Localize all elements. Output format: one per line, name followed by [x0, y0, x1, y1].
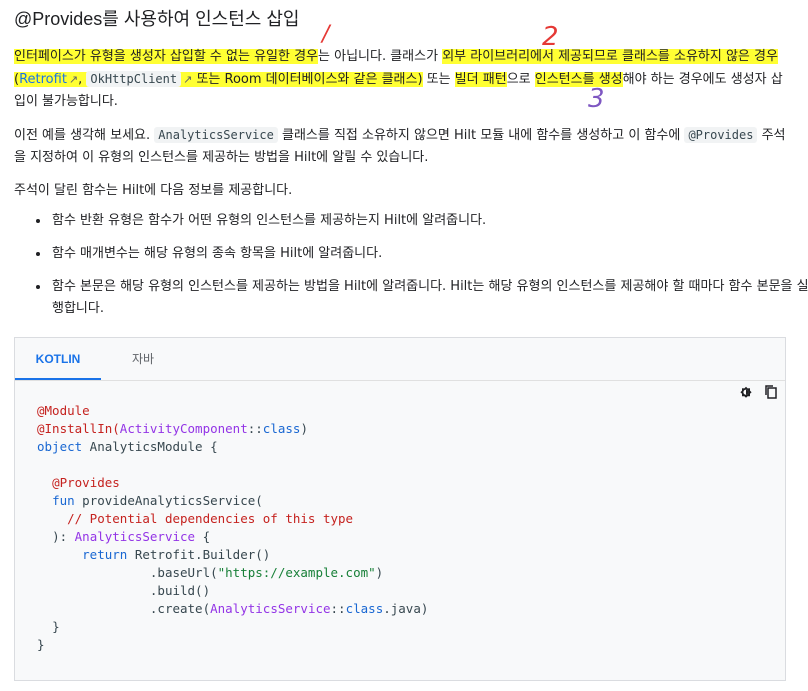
external-link-icon: ↗ — [68, 73, 79, 86]
tab-java[interactable]: 자바 — [123, 338, 163, 380]
external-link-icon: ↗ — [183, 73, 193, 86]
info-list: 함수 반환 유형은 함수가 어떤 유형의 인스턴스를 제공하는지 Hilt에 알… — [32, 210, 808, 331]
code-sample-card: KOTLIN 자바 @Module @InstallIn(ActivityCom… — [14, 337, 786, 681]
info-paragraph: 주석이 달린 함수는 Hilt에 다음 정보를 제공합니다. — [14, 183, 293, 198]
analytics-service-code: AnalyticsService — [154, 127, 278, 143]
handwritten-annotation-3: 3 — [588, 84, 605, 114]
intro-paragraph: 인터페이스가 유형을 생성자 삽입할 수 없는 유일한 경우는 아닙니다. 클래… — [14, 49, 783, 109]
example-paragraph: 이전 예를 생각해 보세요. AnalyticsService 클래스를 직접 … — [14, 127, 786, 165]
handwritten-annotation-2: 2 — [542, 22, 559, 52]
retrofit-link[interactable]: Retrofit — [19, 72, 67, 87]
highlight-3: 빌더 패턴 — [454, 72, 507, 87]
list-item: 함수 반환 유형은 함수가 어떤 유형의 인스턴스를 제공하는지 Hilt에 알… — [50, 210, 808, 232]
language-tabs: KOTLIN 자바 — [15, 338, 785, 381]
handwritten-annotation-1: / — [322, 22, 330, 47]
section-heading: @Provides를 사용하여 인스턴스 삽입 — [14, 9, 300, 29]
code-block[interactable]: @Module @InstallIn(ActivityComponent::cl… — [37, 402, 428, 654]
list-item: 함수 본문은 해당 유형의 인스턴스를 제공하는 방법을 Hilt에 알려줍니다… — [50, 276, 808, 320]
list-item: 함수 매개변수는 해당 유형의 종속 항목을 Hilt에 알려줍니다. — [50, 243, 808, 265]
code-toolbar — [734, 384, 779, 404]
tab-kotlin[interactable]: KOTLIN — [15, 338, 101, 380]
highlight-4: 인스턴스를 생성 — [534, 72, 623, 87]
highlight-1: 인터페이스가 유형을 생성자 삽입할 수 없는 유일한 경우 — [14, 49, 319, 64]
copy-icon[interactable] — [763, 384, 779, 400]
provides-code: @Provides — [684, 127, 758, 143]
okhttpclient-code-link[interactable]: OkHttpClient — [86, 71, 182, 87]
theme-toggle-icon[interactable] — [738, 384, 754, 400]
